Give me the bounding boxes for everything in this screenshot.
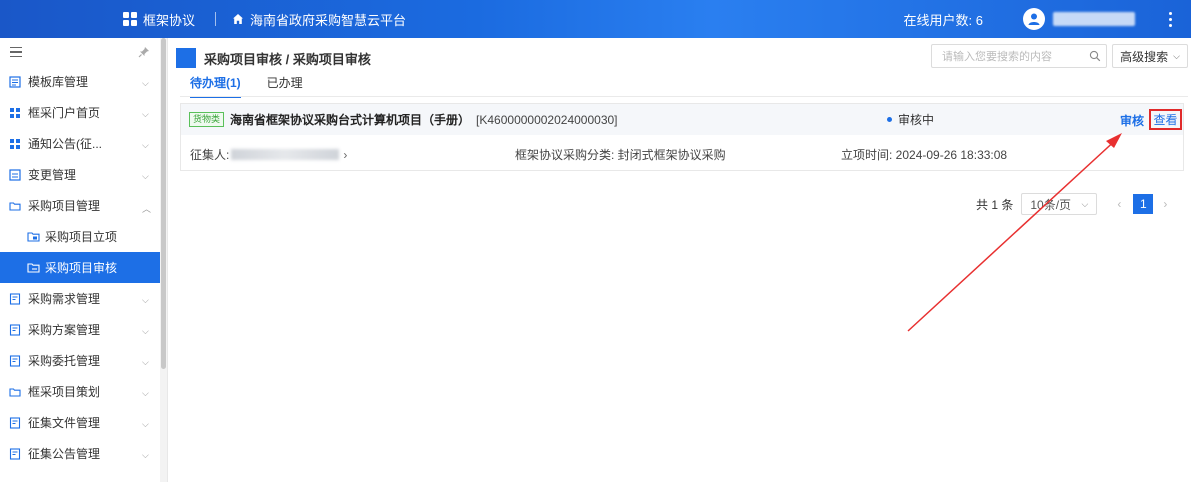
collector-name-redacted xyxy=(231,149,340,160)
online-users: 在线用户数: 6 xyxy=(903,12,983,28)
top-bar: 框架协议 海南省政府采购智慧云平台 在线用户数: 6 xyxy=(0,0,1191,38)
doc-icon xyxy=(9,292,21,305)
sidebar-item-template-library[interactable]: 模板库管理 ⌵ xyxy=(0,66,160,97)
chevron-down-icon: ⌵ xyxy=(142,108,149,119)
brand-title[interactable]: 框架协议 xyxy=(143,10,195,29)
pagination: 共 1 条 10条/页 ⌵ ‹ 1 › xyxy=(976,193,1167,215)
created-time: 立项时间: 2024-09-26 18:33:08 xyxy=(841,148,1008,162)
sidebar-item-entrust-management[interactable]: 采购委托管理 ⌵ xyxy=(0,345,160,376)
total-count: 共 1 条 xyxy=(976,197,1014,212)
search-placeholder[interactable]: 请输入您要搜索的内容 xyxy=(942,48,1084,64)
main-content: 采购项目审核 / 采购项目审核 请输入您要搜索的内容 高级搜索 ⌵ 待办理(1)… xyxy=(168,38,1191,482)
chevron-down-icon: ⌵ xyxy=(142,356,149,367)
template-icon xyxy=(9,75,21,88)
doc-icon xyxy=(9,323,21,336)
status-badge: 审核中 xyxy=(887,104,934,135)
change-icon xyxy=(9,168,21,181)
sidebar-item-notices[interactable]: 通知公告(征... ⌵ xyxy=(0,128,160,159)
pin-icon[interactable] xyxy=(138,46,150,58)
home-icon xyxy=(233,14,244,24)
collector-label: 征集人: xyxy=(190,148,230,162)
avatar[interactable] xyxy=(1023,8,1045,30)
search-icon[interactable] xyxy=(1089,50,1101,62)
sidebar-item-collection-docs[interactable]: 征集文件管理 ⌵ xyxy=(0,407,160,438)
chevron-up-icon: ︿ xyxy=(142,203,152,214)
sidebar-item-portal-home[interactable]: 框采门户首页 ⌵ xyxy=(0,97,160,128)
chevron-down-icon: ⌵ xyxy=(1173,50,1180,61)
folder-review-icon xyxy=(27,263,40,273)
apps-grid-icon[interactable] xyxy=(123,12,137,26)
chevron-down-icon: ⌵ xyxy=(142,449,149,460)
platform-title[interactable]: 海南省政府采购智慧云平台 xyxy=(250,10,406,29)
divider xyxy=(180,96,1188,97)
chevron-down-icon: ⌵ xyxy=(142,77,149,88)
prev-page-icon[interactable]: ‹ xyxy=(1117,197,1121,211)
grid-icon xyxy=(10,138,20,149)
menu-toggle-icon[interactable] xyxy=(10,46,22,58)
sidebar-item-demand-management[interactable]: 采购需求管理 ⌵ xyxy=(0,283,160,314)
sidebar-scrollbar[interactable] xyxy=(161,38,166,369)
tab-done[interactable]: 已办理 xyxy=(267,74,303,98)
sidebar-item-project-management[interactable]: 采购项目管理 ︿ xyxy=(0,190,160,221)
user-icon xyxy=(1028,13,1040,25)
sidebar-item-collection-notices[interactable]: 征集公告管理 ⌵ xyxy=(0,438,160,469)
tab-pending[interactable]: 待办理(1) xyxy=(190,74,241,98)
view-button[interactable]: 查看 xyxy=(1149,109,1182,130)
page-title: 采购项目审核 / 采购项目审核 xyxy=(204,51,371,67)
collector-tail: › xyxy=(343,147,348,162)
folder-icon xyxy=(9,201,21,211)
next-page-icon[interactable]: › xyxy=(1163,197,1167,211)
title-marker xyxy=(176,48,196,68)
sidebar-item-project-planning[interactable]: 框采项目策划 ⌵ xyxy=(0,376,160,407)
divider xyxy=(215,12,217,26)
chevron-down-icon: ⌵ xyxy=(142,139,149,150)
grid-icon xyxy=(10,107,20,118)
status-dot-icon xyxy=(887,117,892,122)
advanced-search-button[interactable]: 高级搜索 ⌵ xyxy=(1112,44,1188,68)
search-input[interactable]: 请输入您要搜索的内容 xyxy=(931,44,1107,68)
chevron-down-icon: ⌵ xyxy=(142,170,149,181)
sidebar-item-change-management[interactable]: 变更管理 ⌵ xyxy=(0,159,160,190)
doc-icon xyxy=(9,416,21,429)
list-item: 货物类 海南省框架协议采购台式计算机项目（手册） [K4600000002024… xyxy=(180,103,1184,171)
chevron-down-icon: ⌵ xyxy=(1081,198,1089,209)
page-size-select[interactable]: 10条/页 ⌵ xyxy=(1021,193,1098,215)
sidebar-item-plan-management[interactable]: 采购方案管理 ⌵ xyxy=(0,314,160,345)
project-code: [K4600000002024000030] xyxy=(476,112,618,127)
chevron-down-icon: ⌵ xyxy=(142,387,149,398)
tab-bar: 待办理(1) 已办理 xyxy=(190,74,329,98)
more-menu-icon[interactable] xyxy=(1169,11,1173,27)
chevron-down-icon: ⌵ xyxy=(142,325,149,336)
doc-icon xyxy=(9,354,21,367)
sidebar-subitem-project-initiation[interactable]: 采购项目立项 xyxy=(0,221,160,252)
chevron-down-icon: ⌵ xyxy=(142,294,149,305)
review-button[interactable]: 审核 xyxy=(1120,112,1144,129)
category-tag: 货物类 xyxy=(189,112,225,127)
folder-doc-icon xyxy=(27,232,40,242)
folder-icon xyxy=(9,387,21,397)
user-name-redacted[interactable] xyxy=(1053,12,1135,26)
sidebar: 模板库管理 ⌵ 框采门户首页 ⌵ 通知公告(征... ⌵ 变更管理 ⌵ 采购项目… xyxy=(0,38,160,482)
project-name: 海南省框架协议采购台式计算机项目（手册） xyxy=(230,113,471,127)
chevron-down-icon: ⌵ xyxy=(142,418,149,429)
doc-icon xyxy=(9,447,21,460)
agreement-category: 框架协议采购分类: 封闭式框架协议采购 xyxy=(515,148,726,162)
sidebar-subitem-project-review[interactable]: 采购项目审核 xyxy=(0,252,160,283)
page-number[interactable]: 1 xyxy=(1133,194,1154,214)
